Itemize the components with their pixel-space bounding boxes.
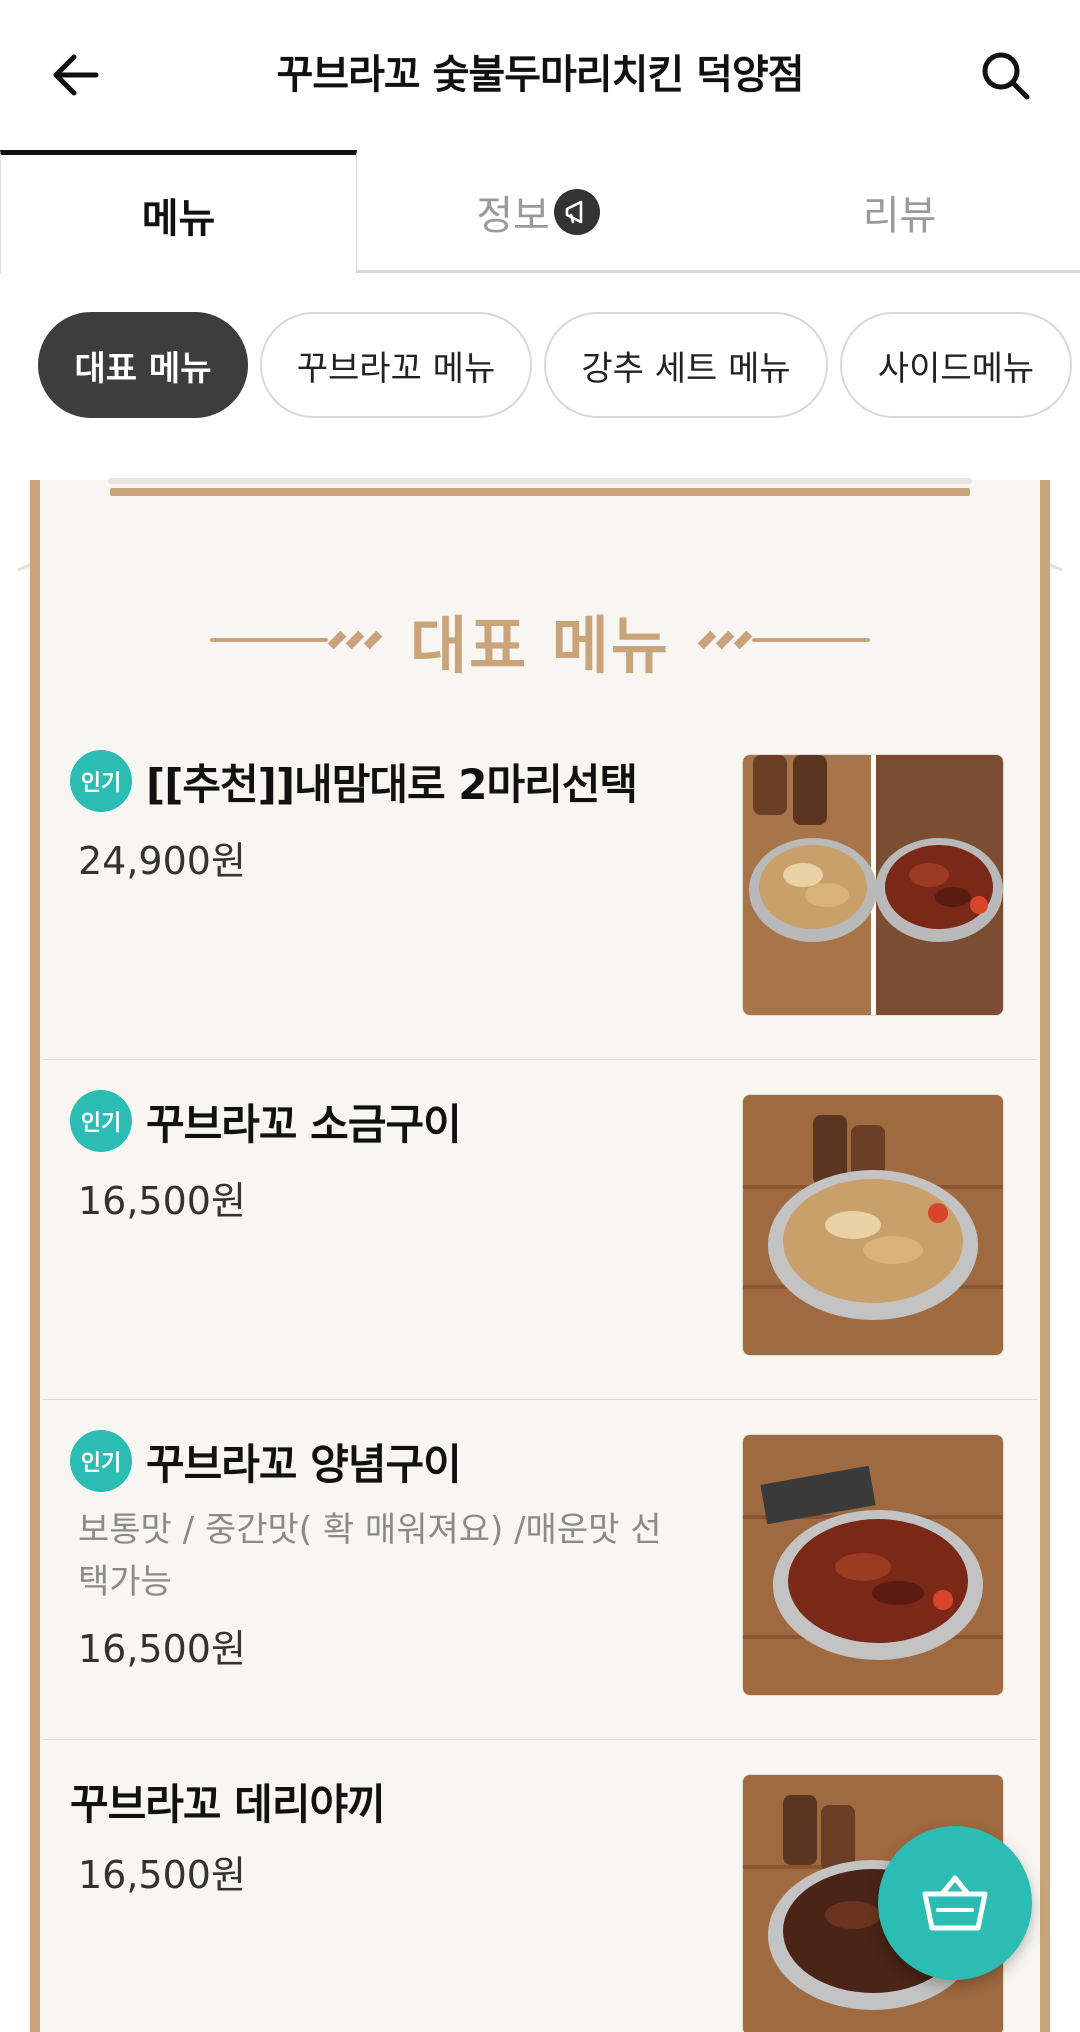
menu-item-image bbox=[742, 1434, 1004, 1696]
chip-side-menu[interactable]: 사이드메뉴 bbox=[840, 312, 1072, 418]
menu-item[interactable]: 인기 꾸브라꼬 양념구이 보통맛 / 중간맛( 확 매워져요) /매운맛 선택가… bbox=[42, 1400, 1038, 1740]
cart-button[interactable] bbox=[878, 1826, 1032, 1980]
menu-item-name: 꾸브라꼬 양념구이 bbox=[146, 1439, 462, 1489]
menu-item-list: 인기 [[추천]]내맘대로 2마리선택 24,900원 인기 꾸브라꼬 소금구이… bbox=[42, 720, 1038, 2032]
store-title: 꾸브라꼬 숯불두마리치킨 덕양점 bbox=[276, 52, 804, 98]
ornament-right bbox=[697, 630, 870, 650]
back-button[interactable] bbox=[40, 40, 110, 110]
tab-menu-label: 메뉴 bbox=[141, 195, 216, 242]
menu-item-price: 16,500원 bbox=[78, 1853, 246, 1897]
tab-review[interactable]: 리뷰 bbox=[719, 150, 1080, 274]
tab-info[interactable]: 정보 bbox=[357, 150, 719, 274]
menu-item-name: 꾸브라꼬 소금구이 bbox=[146, 1099, 462, 1149]
menu-item-price: 24,900원 bbox=[78, 839, 246, 883]
menu-item-price: 16,500원 bbox=[78, 1627, 246, 1671]
popular-badge: 인기 bbox=[70, 1090, 132, 1152]
popular-badge: 인기 bbox=[70, 750, 132, 812]
board-heading: 대표 메뉴 bbox=[40, 590, 1040, 690]
popular-badge: 인기 bbox=[70, 1430, 132, 1492]
menu-item-image bbox=[742, 754, 1004, 1016]
ornament-left bbox=[210, 630, 383, 650]
menu-item-price: 16,500원 bbox=[78, 1179, 246, 1223]
megaphone-icon bbox=[553, 189, 600, 235]
menu-item-image bbox=[742, 1094, 1004, 1356]
board-top-rail bbox=[108, 478, 972, 484]
arrow-left-icon bbox=[53, 54, 99, 96]
menu-item-name: [[추천]]내맘대로 2마리선택 bbox=[146, 759, 638, 809]
category-chips: 대표 메뉴 꾸브라꼬 메뉴 강추 세트 메뉴 사이드메뉴 bbox=[38, 312, 1072, 418]
tab-info-label: 정보 bbox=[476, 193, 550, 239]
tab-menu[interactable]: 메뉴 bbox=[0, 150, 357, 274]
chip-signature-menu[interactable]: 대표 메뉴 bbox=[38, 312, 248, 418]
app-header: 꾸브라꼬 숯불두마리치킨 덕양점 bbox=[0, 0, 1080, 150]
store-tabs: 메뉴 정보 리뷰 bbox=[0, 150, 1080, 274]
chip-kkubrakko-menu[interactable]: 꾸브라꼬 메뉴 bbox=[260, 312, 532, 418]
search-icon bbox=[982, 52, 1030, 100]
shopping-basket-icon bbox=[922, 1875, 988, 1931]
board-top-line bbox=[110, 488, 970, 496]
menu-item-description: 보통맛 / 중간맛( 확 매워져요) /매운맛 선택가능 bbox=[78, 1510, 662, 1602]
board-title: 대표 메뉴 bbox=[410, 609, 670, 682]
menu-item[interactable]: 인기 [[추천]]내맘대로 2마리선택 24,900원 bbox=[42, 720, 1038, 1060]
menu-item-name: 꾸브라꼬 데리야끼 bbox=[70, 1779, 386, 1829]
chip-set-menu[interactable]: 강추 세트 메뉴 bbox=[544, 312, 828, 418]
tab-review-label: 리뷰 bbox=[862, 193, 937, 239]
search-button[interactable] bbox=[970, 40, 1040, 110]
menu-item[interactable]: 인기 꾸브라꼬 소금구이 16,500원 bbox=[42, 1060, 1038, 1400]
menu-board: 대표 메뉴 인기 [[추천]]내맘대로 2마리선택 24,900원 인기 꾸브라… bbox=[0, 470, 1080, 2032]
